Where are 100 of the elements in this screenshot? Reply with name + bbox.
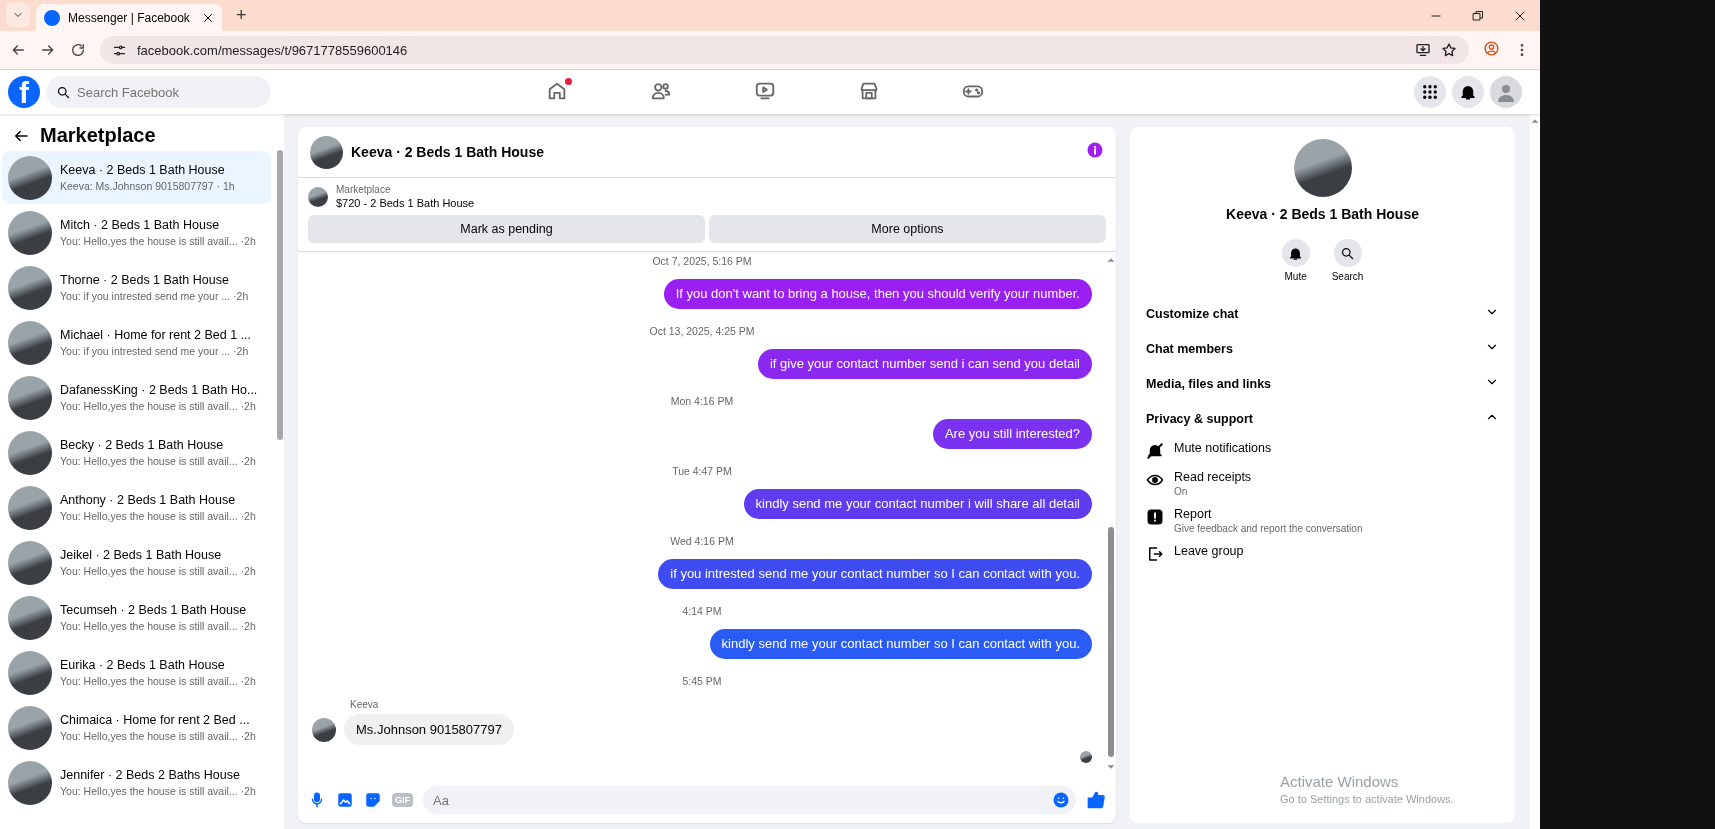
conversation-time: ·2h xyxy=(240,400,256,412)
photo-icon xyxy=(336,791,354,809)
conversation-item[interactable]: Jennifer · 2 Beds 2 Baths House You: Hello,yes the house is still avail... ·2h xyxy=(2,756,271,809)
photo-placeholder xyxy=(8,485,52,530)
conversation-preview: You: Hello,yes the house is still avail... xyxy=(60,620,238,632)
conversation-time: ·2h xyxy=(240,510,256,522)
conversation-preview: Keeva: Ms.Johnson 9015807797 xyxy=(60,180,214,192)
section-header[interactable]: Privacy & support xyxy=(1142,401,1503,436)
conversation-item[interactable]: Michael · Home for rent 2 Bed 1 ... You: if you intrested send me your ... ·2h xyxy=(2,316,271,369)
conversation-time: ·2h xyxy=(240,785,256,797)
facebook-logo[interactable]: f xyxy=(8,76,40,108)
message-timestamp: Tue 4:47 PM xyxy=(672,464,732,478)
notifications-button[interactable] xyxy=(1452,76,1484,108)
conversation-title: Jeikel · 2 Beds 1 Bath House xyxy=(60,548,223,562)
menu-item[interactable]: Report Give feedback and report the conversation xyxy=(1142,502,1503,539)
conversation-item[interactable]: Jeikel · 2 Beds 1 Bath House You: Hello,yes the house is still avail... ·2h xyxy=(2,536,271,589)
photo-placeholder xyxy=(8,650,52,695)
message-timestamp: Mon 4:16 PM xyxy=(670,394,734,408)
close-icon xyxy=(202,11,214,24)
sent-message: if you intrested send me your contact number so I can contact with you. xyxy=(658,559,1092,589)
conversation-title: Tecumseh · 2 Beds 1 Bath House xyxy=(60,603,248,617)
conversation-time: ·2h xyxy=(240,235,256,247)
conversation-time: · 1h xyxy=(216,180,235,192)
search-field[interactable]: Search Facebook xyxy=(46,76,271,108)
photo-placeholder xyxy=(8,595,52,640)
photo-placeholder xyxy=(8,540,52,585)
sent-message: If you don't want to bring a house, then you should verify your number. xyxy=(663,279,1092,309)
section-header[interactable]: Customize chat xyxy=(1142,296,1503,331)
conversation-preview: You: Hello,yes the house is still avail... xyxy=(60,785,238,797)
section-header[interactable]: Media, files and links xyxy=(1142,366,1503,401)
account-avatar[interactable] xyxy=(1490,76,1522,108)
action-button[interactable]: Mark as pending xyxy=(308,215,705,243)
install-icon xyxy=(1415,42,1431,58)
conversation-title: Mitch · 2 Beds 1 Bath House xyxy=(60,218,221,232)
conversation-preview: You: Hello,yes the house is still avail... xyxy=(60,565,238,577)
conversation-item[interactable]: Chimaica · Home for rent 2 Bed ... You: Hello,yes the house is still avail... ·2h xyxy=(2,701,271,754)
action-button[interactable]: More options xyxy=(709,215,1106,243)
conversation-title: Eurika · 2 Beds 1 Bath House xyxy=(60,658,226,672)
conversation-time: ·2h xyxy=(240,455,256,467)
section-header[interactable]: Chat members xyxy=(1142,331,1503,366)
photo-placeholder xyxy=(8,705,52,750)
sidebar-title: Marketplace xyxy=(40,124,156,147)
menu-item[interactable]: Read receipts On xyxy=(1142,465,1503,502)
conversation-item[interactable]: DafanessKing · 2 Beds 1 Bath Ho... You: Hello,yes the house is still avail... ·2h xyxy=(2,371,271,424)
photo-placeholder xyxy=(8,265,52,310)
message-timestamp: 4:14 PM xyxy=(682,604,722,618)
sent-message: Are you still interested? xyxy=(932,419,1092,449)
conversation-item[interactable]: Keeva · 2 Beds 1 Bath House Keeva: Ms.Johnson 9015807797 · 1h xyxy=(2,151,271,204)
conversation-title: DafanessKing · 2 Beds 1 Bath Ho... xyxy=(60,383,258,397)
listing-title[interactable]: $720 - 2 Beds 1 Bath House xyxy=(336,197,475,209)
conversation-item[interactable]: Anthony · 2 Beds 1 Bath House You: Hello,yes the house is still avail... ·2h xyxy=(2,481,271,534)
conversation-item[interactable]: Becky · 2 Beds 1 Bath House You: Hello,yes the house is still avail... ·2h xyxy=(2,426,271,479)
conversation-preview: You: Hello,yes the house is still avail... xyxy=(60,510,238,522)
photo-placeholder xyxy=(8,430,52,475)
conversation-preview: You: Hello,yes the house is still avail... xyxy=(60,400,238,412)
conversation-time: ·2h xyxy=(233,290,249,302)
search-icon xyxy=(56,85,71,100)
sent-message: if give your contact number send i can send you detail xyxy=(758,349,1092,379)
conversation-title: Keeva · 2 Beds 1 Bath House xyxy=(60,163,226,177)
item-description: On xyxy=(1174,486,1189,497)
message-timestamp: Oct 7, 2025, 5:16 PM xyxy=(652,254,752,268)
alert-icon xyxy=(1146,508,1164,526)
sent-message: kindly send me your contact number i will share all detail xyxy=(743,489,1092,519)
message-field[interactable]: Aa xyxy=(423,786,1076,814)
menu-item[interactable]: Leave group xyxy=(1142,539,1503,568)
grid-icon xyxy=(1421,83,1439,101)
bell-icon xyxy=(1459,83,1477,101)
muted-bell-icon xyxy=(1146,442,1164,460)
photo-placeholder xyxy=(312,717,336,742)
photo-placeholder xyxy=(8,155,52,200)
conversation-item[interactable]: Tecumseh · 2 Beds 1 Bath House You: Hello,yes the house is still avail... ·2h xyxy=(2,591,271,644)
item-label: Report xyxy=(1174,507,1213,521)
conversation-item[interactable]: Mitch · 2 Beds 1 Bath House You: Hello,yes the house is still avail... ·2h xyxy=(2,206,271,259)
new-tab-button[interactable]: + xyxy=(236,5,247,26)
thumbs-up-icon xyxy=(1086,790,1106,810)
menu-button[interactable] xyxy=(1414,76,1446,108)
photo-placeholder xyxy=(1293,139,1352,197)
browser-tab[interactable]: Messenger | Facebook xyxy=(36,4,222,31)
received-message: Ms.Johnson 9015807797 xyxy=(344,714,514,745)
item-label: Leave group xyxy=(1174,544,1244,558)
conversation-item[interactable]: Thorne · 2 Beds 1 Bath House You: if you intrested send me your ... ·2h xyxy=(2,261,271,314)
conversation-item[interactable]: Eurika · 2 Beds 1 Bath House You: Hello,yes the house is still avail... ·2h xyxy=(2,646,271,699)
address-bar[interactable]: facebook.com/messages/t/9671778559600146 xyxy=(100,36,1469,64)
forward-icon xyxy=(40,42,56,58)
conversation-title: Thorne · 2 Beds 1 Bath House xyxy=(60,273,230,287)
exit-icon xyxy=(1146,545,1164,563)
conversation-title: Michael · Home for rent 2 Bed 1 ... xyxy=(60,328,252,342)
menu-item[interactable]: Mute notifications xyxy=(1142,436,1503,465)
photo-placeholder xyxy=(8,760,52,805)
conversation-time: ·2h xyxy=(240,565,256,577)
bell-icon xyxy=(1288,245,1304,261)
conversation-title: Jennifer · 2 Beds 2 Baths House xyxy=(60,768,241,782)
conversation-time: ·2h xyxy=(240,675,256,687)
activation-notice-title: Activate Windows xyxy=(1280,773,1400,790)
activation-notice-text: Go to Settings to activate Windows. xyxy=(1280,793,1454,805)
message-timestamp: Wed 4:16 PM xyxy=(670,534,734,548)
photo-placeholder xyxy=(8,375,52,420)
star-icon xyxy=(1441,42,1457,58)
conversation-preview: You: if you intrested send me your ... xyxy=(60,290,231,302)
scrollbar[interactable] xyxy=(1530,114,1540,829)
